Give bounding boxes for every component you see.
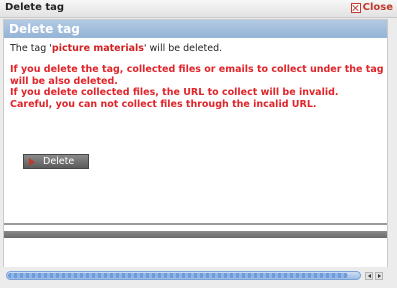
message-suffix: ' will be deleted. — [143, 43, 223, 54]
scrollbar-track[interactable] — [6, 271, 361, 280]
message-prefix: The tag ' — [10, 43, 52, 54]
warning-line-1: If you delete the tag, collected files o… — [10, 64, 384, 87]
tag-name: picture materials — [51, 43, 144, 54]
dialog-frame: Delete tag The tag 'picture materials' w… — [3, 19, 388, 276]
window-title: Delete tag — [5, 2, 65, 13]
warning-text: If you delete the tag, collected files o… — [10, 64, 384, 110]
scrollbar-thumb[interactable] — [8, 273, 348, 278]
play-icon — [29, 157, 35, 166]
panel-header: Delete tag — [4, 20, 387, 38]
close-label[interactable]: Close — [363, 2, 393, 13]
horizontal-scrollbar — [0, 267, 397, 288]
warning-line-2: If you delete collected files, the URL t… — [10, 87, 339, 110]
delete-button[interactable]: Delete — [23, 154, 89, 169]
close-icon[interactable] — [350, 2, 361, 13]
delete-message: The tag 'picture materials' will be dele… — [10, 43, 382, 54]
scroll-right-button[interactable] — [375, 272, 383, 280]
panel-title: Delete tag — [9, 22, 80, 36]
divider — [4, 223, 387, 225]
chevron-left-icon — [368, 274, 371, 278]
window-titlebar: Delete tag Close — [0, 0, 397, 18]
footer-band — [4, 231, 387, 238]
scroll-left-button[interactable] — [365, 272, 373, 280]
chevron-right-icon — [378, 274, 381, 278]
delete-button-label: Delete — [43, 156, 75, 167]
close-button[interactable]: Close — [350, 2, 393, 13]
